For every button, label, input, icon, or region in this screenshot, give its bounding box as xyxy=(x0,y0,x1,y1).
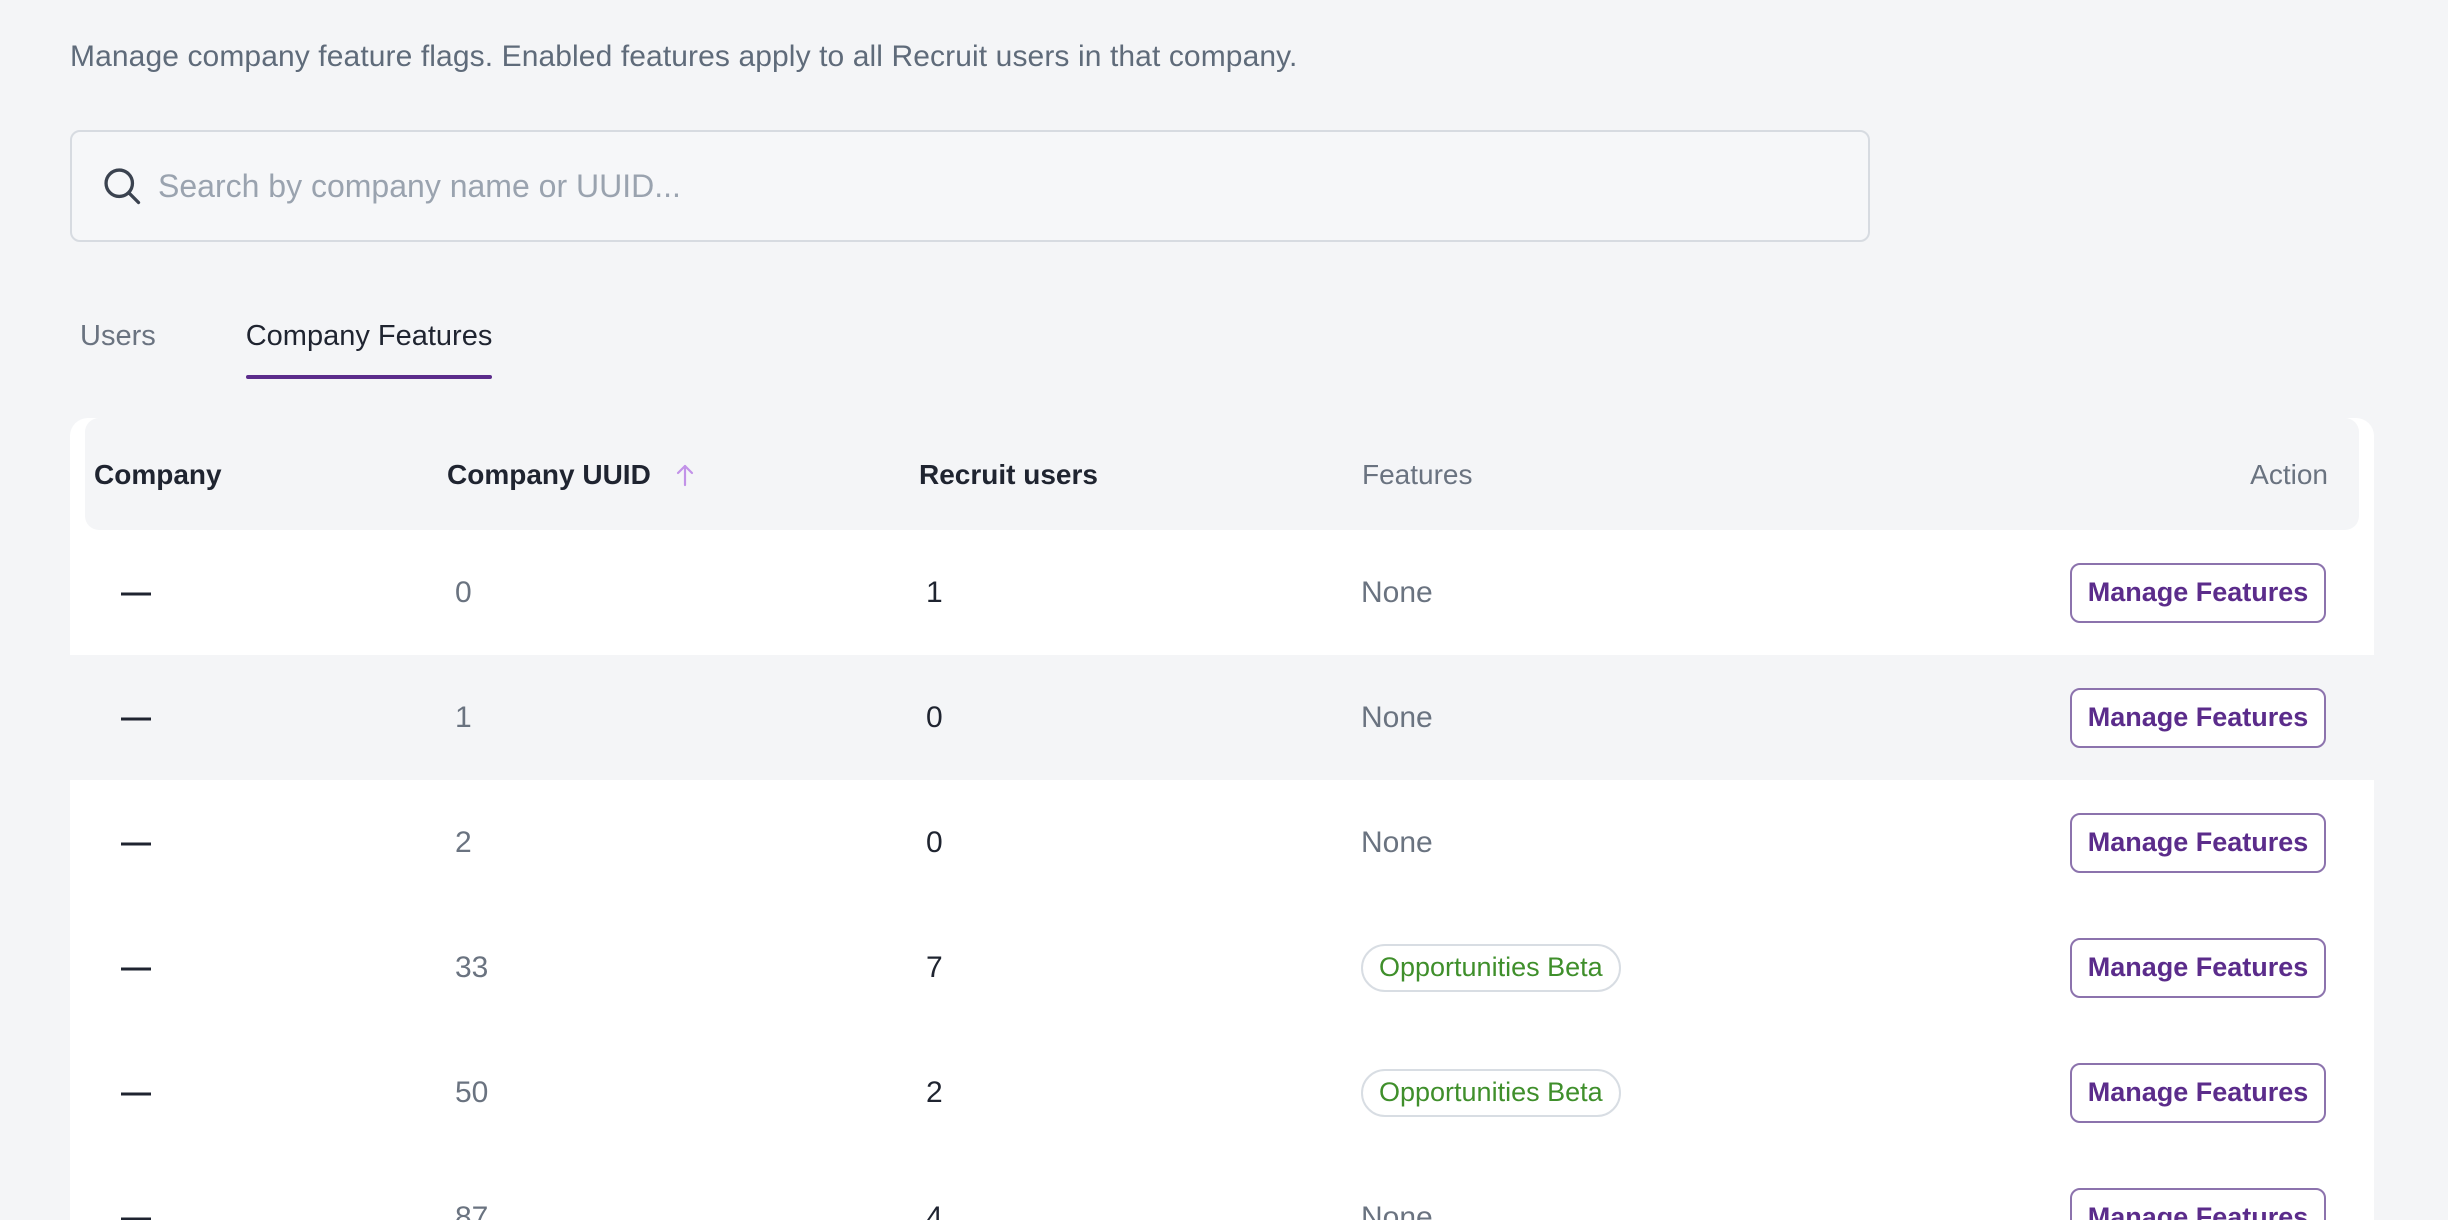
company-uuid: 2 xyxy=(455,825,472,859)
features-none: None xyxy=(1361,1200,1433,1220)
company-name: — xyxy=(121,1200,151,1220)
table-row: — 1 0 None Manage Features xyxy=(70,655,2374,780)
search-icon xyxy=(104,168,141,205)
company-uuid: 87 xyxy=(455,1200,489,1220)
column-header-company: Company xyxy=(94,459,222,490)
column-header-recruit-users: Recruit users xyxy=(919,459,1098,490)
tabs: Users Company Features xyxy=(70,300,502,386)
recruit-users-count: 4 xyxy=(926,1200,943,1220)
company-name: — xyxy=(121,825,151,859)
column-header-company-uuid[interactable]: Company UUID xyxy=(447,461,697,489)
table-row: — 33 7 Opportunities Beta Manage Feature… xyxy=(70,905,2374,1030)
company-uuid: 33 xyxy=(455,950,489,984)
tab-users[interactable]: Users xyxy=(70,300,166,379)
features-none: None xyxy=(1361,700,1433,734)
features-none: None xyxy=(1361,825,1433,859)
arrow-up-icon xyxy=(676,464,693,486)
column-header-company-uuid-label: Company UUID xyxy=(447,459,651,490)
column-header-features: Features xyxy=(1362,459,1473,490)
table-row: — 50 2 Opportunities Beta Manage Feature… xyxy=(70,1030,2374,1155)
feature-badge: Opportunities Beta xyxy=(1361,943,1621,992)
feature-badge: Opportunities Beta xyxy=(1361,1068,1621,1117)
table-row: — 0 1 None Manage Features xyxy=(70,530,2374,655)
recruit-users-count: 2 xyxy=(926,1075,943,1109)
recruit-users-count: 7 xyxy=(926,950,943,984)
tab-company-features[interactable]: Company Features xyxy=(236,300,503,379)
manage-features-button[interactable]: Manage Features xyxy=(2070,812,2326,873)
company-uuid: 1 xyxy=(455,700,472,734)
recruit-users-count: 1 xyxy=(926,575,943,609)
feature-badge-cell: Opportunities Beta xyxy=(1361,1068,1621,1117)
manage-features-button[interactable]: Manage Features xyxy=(2070,562,2326,623)
manage-features-button[interactable]: Manage Features xyxy=(2070,1062,2326,1123)
table-row: — 2 0 None Manage Features xyxy=(70,780,2374,905)
recruit-users-count: 0 xyxy=(926,700,943,734)
company-name: — xyxy=(121,575,151,609)
company-name: — xyxy=(121,950,151,984)
company-name: — xyxy=(121,700,151,734)
company-name: — xyxy=(121,1075,151,1109)
manage-features-button[interactable]: Manage Features xyxy=(2070,1187,2326,1220)
manage-features-button[interactable]: Manage Features xyxy=(2070,937,2326,998)
manage-features-button[interactable]: Manage Features xyxy=(2070,687,2326,748)
table-header: Company Company UUID Recruit users Featu… xyxy=(85,418,2359,530)
search-input[interactable] xyxy=(158,132,1838,240)
company-features-page: Manage company feature flags. Enabled fe… xyxy=(0,0,2448,1220)
features-none: None xyxy=(1361,575,1433,609)
company-uuid: 0 xyxy=(455,575,472,609)
search-bar[interactable] xyxy=(70,130,1870,242)
page-description: Manage company feature flags. Enabled fe… xyxy=(70,40,1298,73)
company-features-table: Company Company UUID Recruit users Featu… xyxy=(70,418,2374,1220)
company-uuid: 50 xyxy=(455,1075,489,1109)
feature-badge-cell: Opportunities Beta xyxy=(1361,943,1621,992)
column-header-action: Action xyxy=(2250,459,2328,490)
table-row: — 87 4 None Manage Features xyxy=(70,1155,2374,1220)
recruit-users-count: 0 xyxy=(926,825,943,859)
